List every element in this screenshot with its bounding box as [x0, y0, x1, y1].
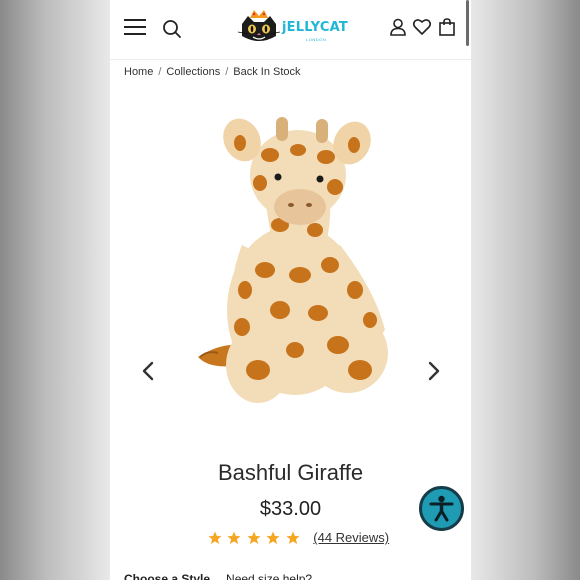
menu-icon[interactable]: [124, 19, 146, 35]
site-header: jELLYCAT LONDON: [110, 0, 471, 60]
product-rating[interactable]: (44 Reviews): [208, 529, 389, 547]
breadcrumb-separator: /: [225, 66, 229, 78]
style-selector-row: Choose a Style Need size help?: [124, 572, 312, 580]
account-icon[interactable]: [388, 17, 408, 37]
breadcrumb-home[interactable]: Home: [124, 66, 153, 78]
style-label: Choose a Style: [124, 572, 211, 580]
star-icon: [286, 531, 300, 544]
star-icon: [227, 531, 241, 544]
logo-wordmark: jELLYCAT: [282, 20, 348, 35]
search-icon[interactable]: [162, 19, 182, 39]
giraffe-plush-image[interactable]: [170, 95, 410, 425]
reviews-link[interactable]: (44 Reviews): [313, 530, 389, 545]
product-page: jELLYCAT LONDON Home / Collections / Back In…: [110, 0, 471, 580]
star-icon: [247, 531, 261, 544]
product-price: $33.00: [259, 498, 322, 520]
chevron-left-icon[interactable]: [140, 360, 156, 382]
logo-subtitle: LONDON: [306, 37, 327, 42]
wishlist-heart-icon[interactable]: [412, 17, 432, 37]
cart-bag-icon[interactable]: [437, 17, 457, 37]
accessibility-button[interactable]: [419, 486, 464, 531]
size-help-link[interactable]: Need size help?: [226, 572, 312, 580]
accessibility-icon: [429, 495, 454, 522]
star-icon: [266, 531, 280, 544]
chevron-right-icon[interactable]: [426, 360, 442, 382]
star-icon: [208, 531, 222, 544]
breadcrumb: Home / Collections / Back In Stock: [124, 66, 301, 78]
breadcrumb-collections[interactable]: Collections: [166, 66, 220, 78]
product-title: Bashful Giraffe: [217, 460, 364, 485]
breadcrumb-separator: /: [158, 66, 162, 78]
cat-logo-icon: [237, 10, 281, 41]
jellycat-logo[interactable]: jELLYCAT LONDON: [236, 8, 348, 46]
breadcrumb-back-in-stock[interactable]: Back In Stock: [233, 66, 300, 78]
